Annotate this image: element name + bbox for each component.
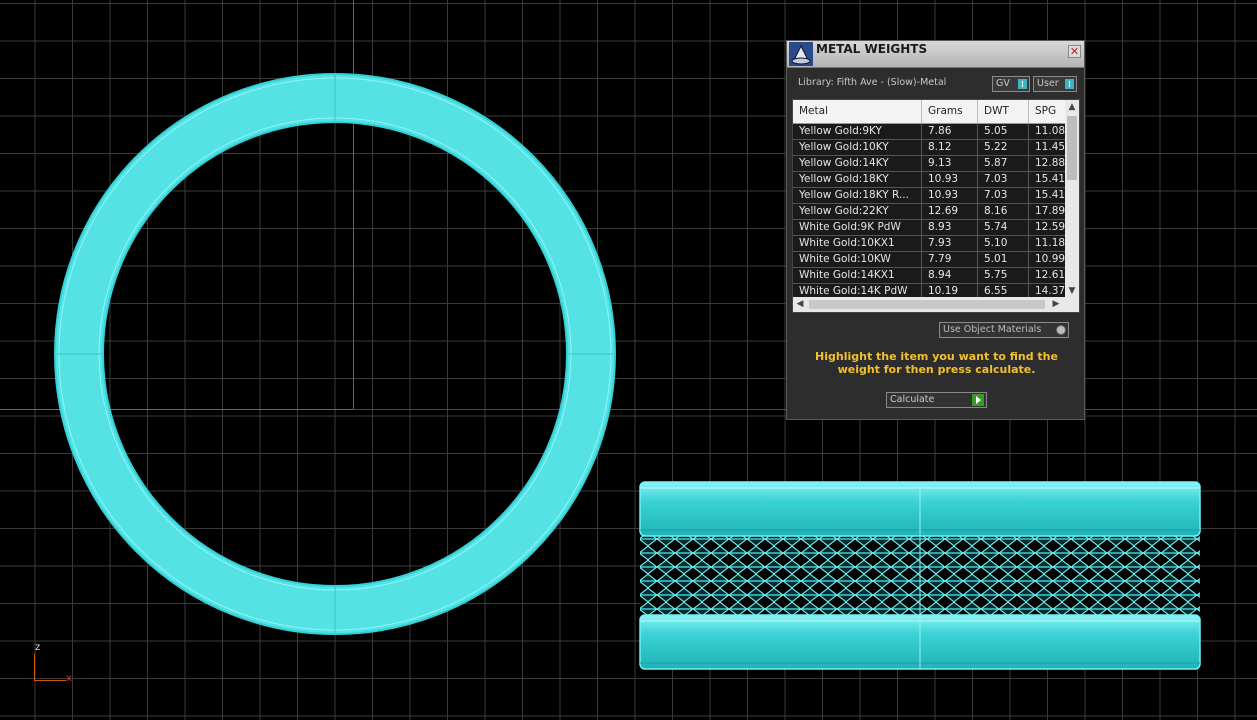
grams-cell: 8.93 [922,220,978,235]
calculate-button[interactable]: Calculate [886,392,987,408]
metal-cell: Yellow Gold:10KY [793,140,922,155]
metal-cell: Yellow Gold:22KY [793,204,922,219]
metal-cell: White Gold:10KX1 [793,236,922,251]
spg-cell: 12.88 [1035,157,1065,169]
spg-cell: 11.45 [1035,141,1065,153]
metal-cell: Yellow Gold:9KY [793,124,922,139]
axis-gizmo: z x [30,642,80,687]
spg-cell: 10.99 [1035,253,1065,265]
metal-cell: White Gold:14KX1 [793,268,922,283]
dwt-cell: 5.05 [978,124,1029,139]
column-header-metal[interactable]: Metal [793,100,922,123]
dwt-cell: 8.16 [978,204,1029,219]
dwt-cell: 5.74 [978,220,1029,235]
spg-cell: 12.59 [1035,221,1065,233]
grams-cell: 9.13 [922,156,978,171]
grams-cell: 7.93 [922,236,978,251]
z-axis-label: z [35,642,41,653]
dwt-cell: 5.87 [978,156,1029,171]
ring-side-view[interactable] [639,481,1201,670]
grams-cell: 8.94 [922,268,978,283]
metal-cell: White Gold:9K PdW [793,220,922,235]
spg-cell: 12.61 [1035,269,1065,281]
ring-top-view[interactable] [54,73,616,635]
use-object-materials-label: Use Object Materials [943,324,1042,335]
panel-title: METAL WEIGHTS [816,42,928,56]
metal-weights-panel[interactable]: METAL WEIGHTS ✕ Library: Fifth Ave - (Sl… [786,40,1085,420]
calculate-label: Calculate [890,394,935,405]
table-row[interactable]: Yellow Gold:10KY 8.12 5.22 11.45 [793,140,1065,156]
scroll-down-icon[interactable]: ▼ [1065,284,1079,298]
table-header: Metal Grams DWT SPG [793,100,1065,124]
x-axis-indicator [34,680,66,681]
dwt-cell: 5.75 [978,268,1029,283]
toggle-knob-icon [1065,79,1074,89]
grams-cell: 10.93 [922,172,978,187]
metal-table[interactable]: Metal Grams DWT SPG Yellow Gold:9KY 7.86 5… [792,99,1080,313]
user-toggle-label: User [1037,78,1059,89]
close-icon[interactable]: ✕ [1068,45,1081,58]
toggle-knob-icon [1018,79,1027,89]
dwt-cell: 7.03 [978,172,1029,187]
vertical-scrollbar[interactable]: ▲ ▼ [1065,100,1079,298]
spg-cell: 15.41 [1035,189,1065,201]
dwt-cell: 7.03 [978,188,1029,203]
gv-toggle[interactable]: GV [992,76,1030,92]
table-row[interactable]: Yellow Gold:18KY R... 10.93 7.03 15.41 [793,188,1065,204]
grams-cell: 7.79 [922,252,978,267]
library-label: Library: Fifth Ave - (Slow)-Metal [798,77,947,88]
metal-cell: Yellow Gold:14KY [793,156,922,171]
metal-cell: White Gold:10KW [793,252,922,267]
hint-text: Highlight the item you want to find the … [815,350,1058,376]
scroll-up-icon[interactable]: ▲ [1065,100,1079,114]
dwt-cell: 5.10 [978,236,1029,251]
grams-cell: 8.12 [922,140,978,155]
scroll-right-icon[interactable]: ▶ [1049,297,1063,312]
table-row[interactable]: Yellow Gold:18KY 10.93 7.03 15.41 [793,172,1065,188]
column-header-spg[interactable]: SPG [1029,100,1065,123]
play-arrow-icon[interactable] [972,394,984,406]
metal-cell: Yellow Gold:18KY R... [793,188,922,203]
use-object-materials-option[interactable]: Use Object Materials [939,322,1069,338]
table-row[interactable]: White Gold:14KX1 8.94 5.75 12.61 [793,268,1065,284]
x-axis-label: x [66,673,72,684]
table-row[interactable]: White Gold:10KW 7.79 5.01 10.99 [793,252,1065,268]
table-row[interactable]: Yellow Gold:9KY 7.86 5.05 11.08 [793,124,1065,140]
scroll-left-icon[interactable]: ◀ [793,297,807,312]
hat-logo-icon [789,42,813,66]
table-row[interactable]: Yellow Gold:14KY 9.13 5.87 12.88 [793,156,1065,172]
z-axis-indicator [34,654,35,680]
scroll-thumb[interactable] [809,300,1045,309]
scroll-thumb[interactable] [1067,116,1077,180]
table-row[interactable]: Yellow Gold:22KY 12.69 8.16 17.89 [793,204,1065,220]
radio-icon[interactable] [1056,325,1066,335]
table-body: Yellow Gold:9KY 7.86 5.05 11.08 Yellow Gold:… [793,124,1065,300]
column-header-grams[interactable]: Grams [922,100,978,123]
dwt-cell: 5.22 [978,140,1029,155]
spg-cell: 11.08 [1035,125,1065,137]
user-toggle[interactable]: User [1033,76,1077,92]
grams-cell: 12.69 [922,204,978,219]
spg-cell: 15.41 [1035,173,1065,185]
table-row[interactable]: White Gold:10KX1 7.93 5.10 11.18 [793,236,1065,252]
column-header-dwt[interactable]: DWT [978,100,1029,123]
metal-cell: Yellow Gold:18KY [793,172,922,187]
spg-cell: 11.18 [1035,237,1065,249]
panel-titlebar[interactable]: METAL WEIGHTS ✕ [787,41,1084,68]
grams-cell: 7.86 [922,124,978,139]
horizontal-scrollbar[interactable]: ◀ ▶ [793,297,1079,312]
table-row[interactable]: White Gold:9K PdW 8.93 5.74 12.59 [793,220,1065,236]
spg-cell: 17.89 [1035,205,1065,217]
grams-cell: 10.93 [922,188,978,203]
dwt-cell: 5.01 [978,252,1029,267]
gv-toggle-label: GV [996,78,1010,89]
